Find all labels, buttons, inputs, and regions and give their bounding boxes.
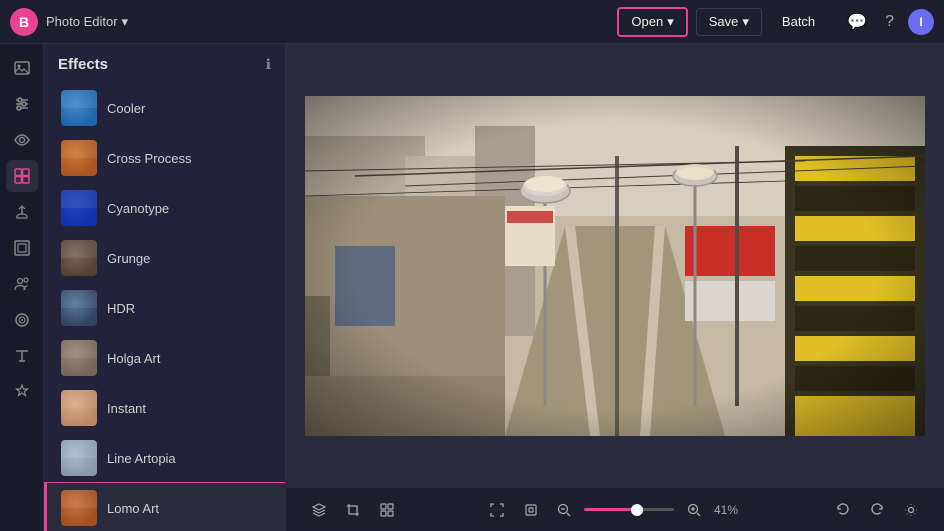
avatar[interactable]: I	[908, 9, 934, 35]
fit-to-screen-icon[interactable]	[484, 497, 510, 523]
batch-button[interactable]: Batch	[770, 9, 827, 34]
effect-label-cyanotype: Cyanotype	[107, 201, 169, 216]
zoom-in-button[interactable]	[682, 498, 706, 522]
settings-more-icon[interactable]	[898, 497, 924, 523]
effect-item-cooler[interactable]: Cooler	[44, 83, 285, 133]
photo-canvas[interactable]	[305, 96, 925, 436]
zoom-slider-wrap	[584, 508, 674, 511]
open-button[interactable]: Open ▾	[617, 7, 687, 37]
effect-thumb-holga-art	[61, 340, 97, 376]
sidebar-header: Effects ℹ	[44, 44, 285, 83]
effect-item-lomo-art[interactable]: Lomo Art	[44, 483, 285, 531]
effect-item-instant[interactable]: Instant	[44, 383, 285, 433]
effects-sidebar: Effects ℹ Cooler Cross Proce	[44, 44, 286, 531]
effect-item-holga-art[interactable]: Holga Art	[44, 333, 285, 383]
effect-thumb-line-artopia	[61, 440, 97, 476]
effect-label-instant: Instant	[107, 401, 146, 416]
chat-icon[interactable]: 💬	[843, 8, 871, 36]
info-icon[interactable]: ℹ	[266, 56, 271, 73]
zoom-percent: 41%	[714, 503, 746, 517]
icon-rail	[0, 44, 44, 531]
effect-label-cooler: Cooler	[107, 101, 145, 116]
effects-title: Effects	[58, 56, 108, 73]
app-title-text: Photo Editor	[46, 14, 118, 29]
header-right: 💬 ? I	[843, 8, 934, 36]
canvas-content	[286, 44, 944, 487]
crop-icon[interactable]	[340, 497, 366, 523]
effect-thumb-cyanotype	[61, 190, 97, 226]
undo-button[interactable]	[830, 497, 856, 523]
rail-stamp-icon[interactable]	[6, 376, 38, 408]
grid-icon[interactable]	[374, 497, 400, 523]
app-title-button[interactable]: Photo Editor ▾	[46, 14, 128, 30]
zoom-slider[interactable]	[584, 508, 674, 511]
bottom-toolbar: 41%	[286, 487, 944, 531]
redo-button[interactable]	[864, 497, 890, 523]
header: B Photo Editor ▾ Open ▾ Save ▾ Batch 💬 ?…	[0, 0, 944, 44]
effect-item-cyanotype[interactable]: Cyanotype	[44, 183, 285, 233]
app-logo: B	[10, 8, 38, 36]
effect-thumb-cooler	[61, 90, 97, 126]
rail-effects-icon[interactable]	[6, 160, 38, 192]
help-icon[interactable]: ?	[881, 9, 898, 35]
effect-thumb-hdr	[61, 290, 97, 326]
effect-label-holga-art: Holga Art	[107, 351, 160, 366]
effect-thumb-instant	[61, 390, 97, 426]
rail-sliders-icon[interactable]	[6, 88, 38, 120]
actual-size-icon[interactable]	[518, 497, 544, 523]
effect-label-grunge: Grunge	[107, 251, 150, 266]
rail-people-icon[interactable]	[6, 268, 38, 300]
effect-label-line-artopia: Line Artopia	[107, 451, 176, 466]
canvas-area: 41%	[286, 44, 944, 531]
effects-list: Cooler Cross Process Cyanotype	[44, 83, 285, 531]
rail-frame-icon[interactable]	[6, 232, 38, 264]
effect-item-grunge[interactable]: Grunge	[44, 233, 285, 283]
effect-label-cross-process: Cross Process	[107, 151, 192, 166]
zoom-out-button[interactable]	[552, 498, 576, 522]
rail-eye-icon[interactable]	[6, 124, 38, 156]
rail-object-icon[interactable]	[6, 304, 38, 336]
rail-paint-icon[interactable]	[6, 196, 38, 228]
effect-label-lomo-art: Lomo Art	[107, 501, 159, 516]
main-layout: Effects ℹ Cooler Cross Proce	[0, 44, 944, 531]
app-title-chevron: ▾	[122, 14, 129, 30]
effect-item-cross-process[interactable]: Cross Process	[44, 133, 285, 183]
effect-thumb-lomo-art	[61, 490, 97, 526]
effect-thumb-grunge	[61, 240, 97, 276]
rail-text-icon[interactable]	[6, 340, 38, 372]
layers-icon[interactable]	[306, 497, 332, 523]
effect-thumb-cross-process	[61, 140, 97, 176]
effect-item-line-artopia[interactable]: Line Artopia	[44, 433, 285, 483]
effect-label-hdr: HDR	[107, 301, 135, 316]
save-button[interactable]: Save ▾	[696, 8, 762, 36]
effect-item-hdr[interactable]: HDR	[44, 283, 285, 333]
rail-image-icon[interactable]	[6, 52, 38, 84]
